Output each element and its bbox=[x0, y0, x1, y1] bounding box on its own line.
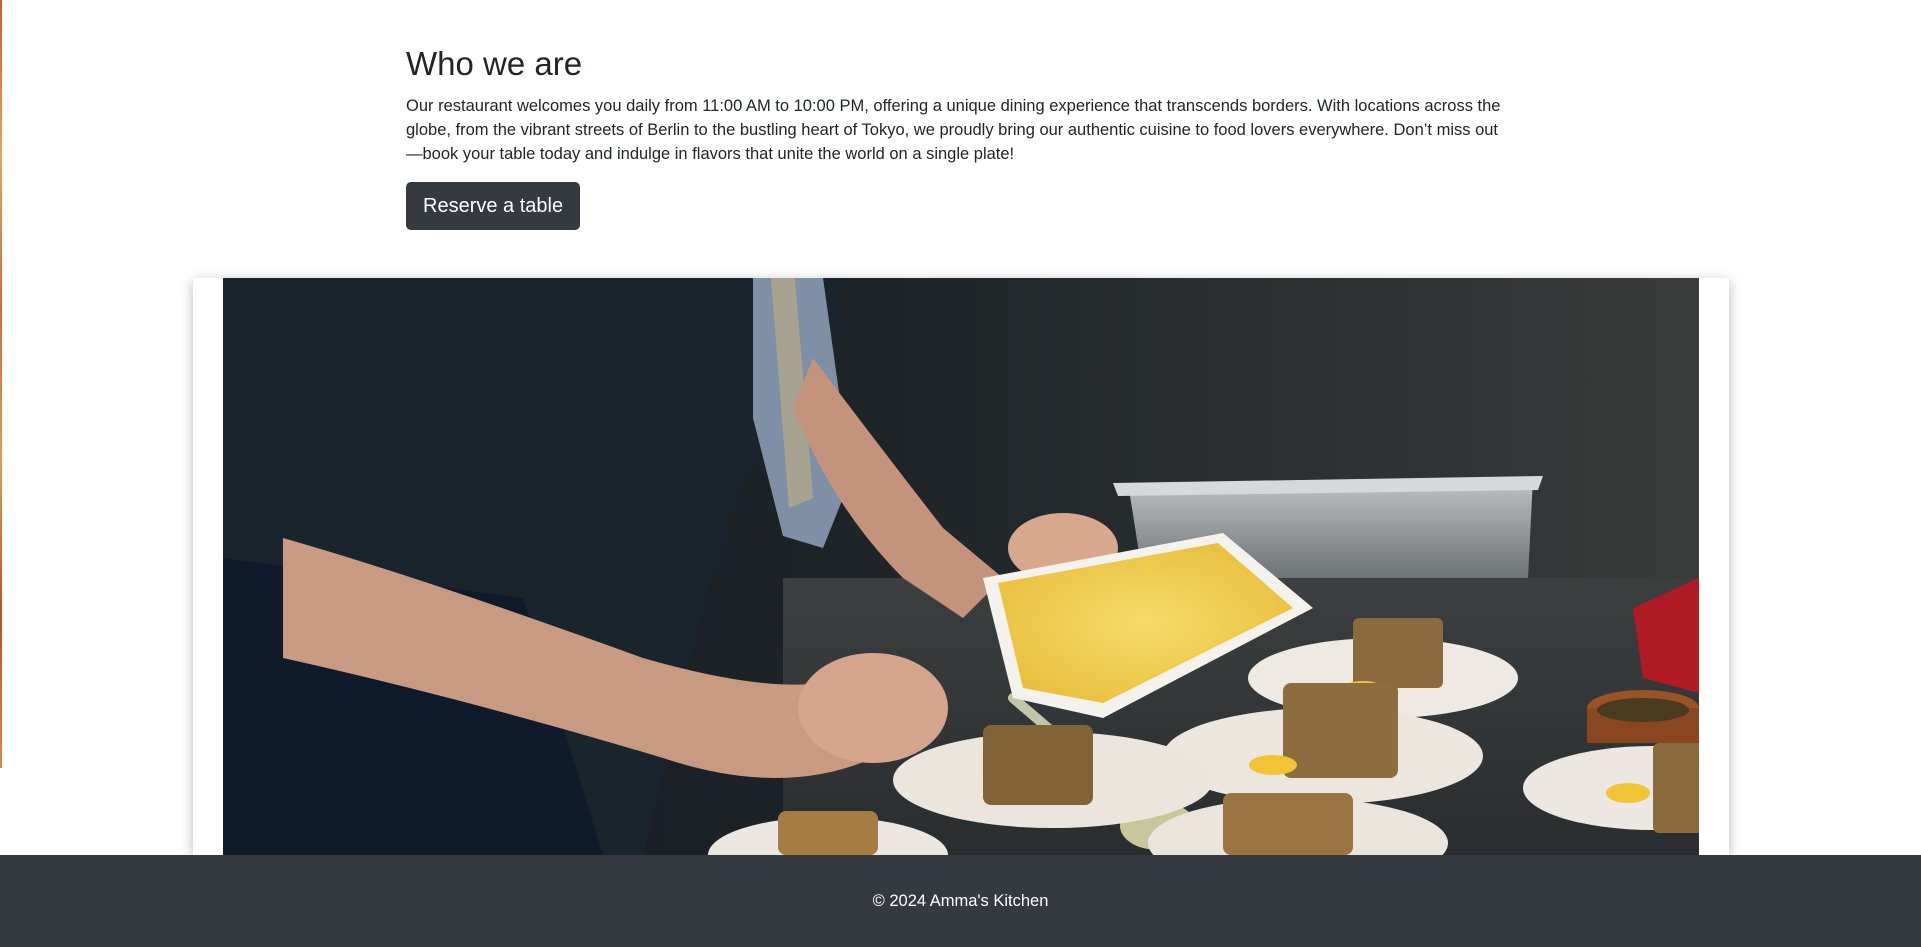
site-footer: © 2024 Amma's Kitchen bbox=[0, 855, 1921, 947]
kitchen-photo bbox=[223, 278, 1699, 855]
section-description: Our restaurant welcomes you daily from 1… bbox=[406, 97, 1501, 163]
left-edge-strip bbox=[0, 0, 2, 768]
photo-card bbox=[193, 278, 1729, 855]
section-heading: Who we are bbox=[406, 45, 583, 82]
copyright-text: © 2024 Amma's Kitchen bbox=[872, 891, 1049, 910]
reserve-table-button[interactable]: Reserve a table bbox=[406, 182, 581, 230]
about-section: Who we are Our restaurant welcomes you d… bbox=[406, 44, 1516, 230]
